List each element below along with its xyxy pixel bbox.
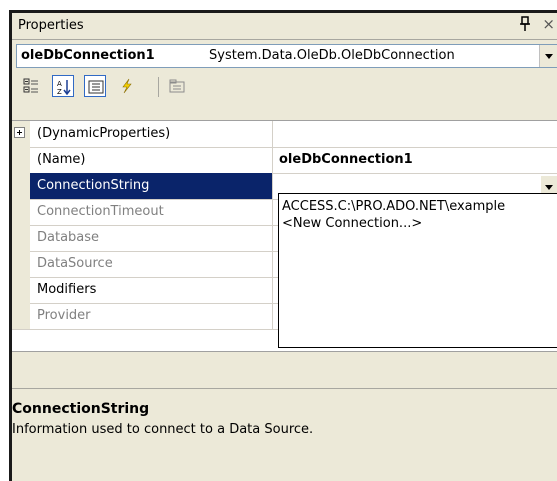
property-value[interactable]	[274, 121, 557, 147]
property-name: Database	[30, 225, 273, 251]
properties-window: Properties × oleDbConnection1 System.Dat…	[9, 10, 557, 481]
property-name: (Name)	[30, 147, 273, 173]
row-margin	[12, 147, 30, 173]
description-title: ConnectionString	[12, 401, 150, 417]
description-text: Information used to connect to a Data So…	[12, 422, 314, 437]
property-row-name[interactable]: (Name) oleDbConnection1	[12, 147, 557, 174]
property-row-dynamicproperties[interactable]: (DynamicProperties)	[12, 121, 557, 148]
close-icon[interactable]: ×	[542, 16, 555, 32]
properties-button[interactable]	[84, 75, 106, 97]
property-name: Provider	[30, 303, 273, 329]
connection-option[interactable]: ACCESS.C:\PRO.ADO.NET\example	[282, 199, 505, 214]
chevron-down-icon[interactable]	[539, 45, 557, 67]
row-margin	[12, 225, 30, 251]
property-name: ConnectionTimeout	[30, 199, 273, 225]
row-margin	[12, 199, 30, 225]
pin-icon[interactable]	[519, 16, 531, 32]
property-pages-button[interactable]	[166, 75, 188, 97]
object-type: System.Data.OleDb.OleDbConnection	[209, 48, 455, 63]
categorized-button[interactable]	[20, 75, 42, 97]
svg-text:A: A	[57, 80, 62, 88]
property-name: Modifiers	[30, 277, 273, 303]
connection-dropdown-list: ACCESS.C:\PRO.ADO.NET\example <New Conne…	[278, 193, 557, 348]
property-value[interactable]: oleDbConnection1	[274, 147, 557, 173]
property-name: (DynamicProperties)	[30, 121, 273, 147]
events-button[interactable]	[116, 75, 138, 97]
row-margin	[12, 251, 30, 277]
description-pane: ConnectionString Information used to con…	[12, 388, 557, 481]
svg-text:Z: Z	[57, 88, 62, 95]
events-icon	[122, 78, 132, 94]
property-pages-icon	[169, 79, 185, 93]
row-margin	[12, 277, 30, 303]
toolbar-separator	[158, 77, 159, 97]
object-name: oleDbConnection1	[21, 48, 155, 63]
new-connection-option[interactable]: <New Connection...>	[282, 216, 422, 231]
alphabetical-icon: A Z	[57, 80, 71, 95]
alphabetical-button[interactable]: A Z	[52, 75, 74, 97]
object-selector[interactable]: oleDbConnection1 System.Data.OleDb.OleDb…	[16, 44, 557, 68]
property-name: ConnectionString	[30, 173, 273, 199]
properties-titlebar: Properties ×	[12, 13, 557, 40]
row-margin	[12, 303, 30, 329]
property-name: DataSource	[30, 251, 273, 277]
properties-icon	[88, 80, 104, 94]
row-margin	[12, 173, 30, 199]
expand-icon[interactable]	[14, 127, 25, 138]
window-title: Properties	[18, 18, 84, 33]
row-margin	[12, 121, 30, 147]
properties-toolbar: A Z	[12, 73, 557, 101]
categorized-icon	[23, 78, 38, 93]
